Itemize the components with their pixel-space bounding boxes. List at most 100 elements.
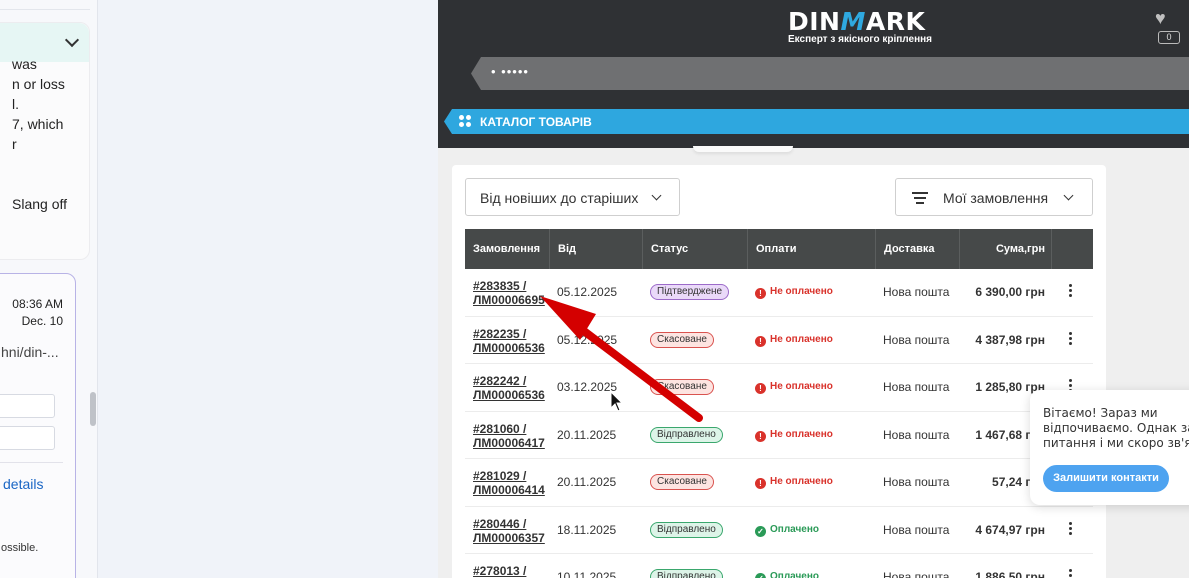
orders-table: Замовлення Від Статус Оплати Доставка Су…: [465, 229, 1093, 578]
status-badge: Відправлено: [650, 521, 723, 538]
message-line: n or loss: [12, 76, 65, 92]
mouse-cursor-icon: [611, 392, 624, 412]
payment-label: Не оплачено: [770, 428, 833, 440]
order-sum: 1 886,50 грн: [975, 570, 1045, 578]
order-link[interactable]: #283835 / ЛМ00006695: [473, 279, 553, 307]
chevron-down-icon[interactable]: [64, 32, 80, 48]
session-note: ossible.: [1, 542, 39, 554]
grid-icon: [459, 115, 471, 127]
logo-text-right: ARK: [865, 7, 926, 36]
order-link[interactable]: #282242 / ЛМ00006536: [473, 374, 553, 402]
status-badge: Скасоване: [650, 331, 714, 348]
left-chat-panel: was n or loss l. 7, which r Slang off 08:36 …: [0, 0, 98, 578]
more-options-icon[interactable]: [1069, 569, 1073, 578]
search-input[interactable]: • •••••: [491, 64, 529, 79]
alert-circle-icon: !: [755, 478, 766, 489]
screen: was n or loss l. 7, which r Slang off 08:36 …: [0, 0, 1189, 578]
more-options-icon[interactable]: [1069, 284, 1073, 298]
more-options-icon[interactable]: [1069, 521, 1073, 536]
message-text: was n or loss l. 7, which r: [12, 54, 65, 154]
table-row: #281060 / ЛМ00006417 20.11.2025 Відправлен…: [465, 412, 1093, 459]
shop-page: DINMARK Експерт з якісного кріплення ♥ 0…: [438, 0, 1189, 578]
site-tagline: Експерт з якісного кріплення: [788, 34, 932, 45]
column-header-payment[interactable]: Оплати: [748, 229, 876, 269]
logo-text-m: M: [840, 7, 866, 36]
column-header-sum[interactable]: Сума,грн: [960, 229, 1052, 269]
order-sum: 4 387,98 грн: [975, 332, 1045, 347]
payment-status: ! Не оплачено: [755, 429, 833, 442]
heart-icon[interactable]: ♥: [1155, 8, 1166, 29]
order-date: 10.11.2025: [557, 570, 617, 578]
session-input-2[interactable]: [0, 426, 55, 450]
order-link[interactable]: #281029 / ЛМ00006414: [473, 469, 553, 497]
session-input-1[interactable]: [0, 394, 55, 418]
payment-status: ! Не оплачено: [755, 334, 833, 347]
session-timestamp: 08:36 AM Dec. 10: [12, 296, 63, 330]
check-circle-icon: ✓: [755, 573, 766, 578]
catalog-label: КАТАЛОГ ТОВАРІВ: [480, 115, 592, 129]
status-badge: Скасоване: [650, 474, 714, 490]
order-date: 05.12.2025: [557, 332, 618, 347]
more-options-icon[interactable]: [1069, 331, 1073, 346]
delivery-method: Нова пошта: [883, 475, 950, 489]
payment-label: Оплачено: [770, 523, 819, 535]
sort-label: Від новіших до старіших: [480, 190, 639, 206]
catalog-button[interactable]: КАТАЛОГ ТОВАРІВ: [444, 109, 1189, 134]
order-link[interactable]: #281060 / ЛМ00006417: [473, 422, 553, 450]
status-badge: Відправлено: [650, 569, 723, 578]
column-header-delivery[interactable]: Доставка: [876, 229, 960, 269]
logo-text-left: DIN: [788, 7, 841, 36]
order-link[interactable]: #280446 / ЛМ00006357: [473, 517, 553, 545]
payment-label: Не оплачено: [770, 286, 833, 297]
session-card: 08:36 AM Dec. 10 hni/din-... details oss…: [0, 273, 76, 578]
filter-icon: [912, 192, 928, 204]
alert-circle-icon: !: [755, 335, 766, 347]
message-line: 7, which: [12, 116, 64, 132]
delivery-method: Нова пошта: [883, 380, 950, 394]
payment-label: Не оплачено: [770, 381, 833, 392]
column-header-order[interactable]: Замовлення: [465, 229, 550, 269]
message-text-tail: Slang off: [12, 196, 68, 212]
order-link[interactable]: #282235 / ЛМ00006536: [473, 327, 553, 355]
delivery-method: Нова пошта: [883, 285, 950, 299]
site-header: DINMARK Експерт з якісного кріплення ♥ 0…: [438, 0, 1189, 148]
table-row: #283835 / ЛМ00006695 05.12.2025 Підтвердже…: [465, 269, 1093, 317]
orders-label: Мої замовлення: [943, 190, 1049, 206]
details-link[interactable]: details: [3, 476, 43, 492]
message-line: l.: [12, 96, 19, 112]
delivery-method: Нова пошта: [883, 332, 950, 347]
chevron-down-icon: [651, 190, 662, 201]
delivery-method: Нова пошта: [883, 522, 950, 537]
table-row: #281029 / ЛМ00006414 20.11.2025 Скасоване!…: [465, 459, 1093, 507]
session-date: Dec. 10: [21, 314, 63, 328]
sort-dropdown[interactable]: Від новіших до старіших: [465, 178, 680, 216]
order-date: 18.11.2025: [557, 522, 617, 537]
orders-dropdown[interactable]: Мої замовлення: [895, 178, 1093, 216]
chat-widget: Вітаємо! Зараз ми відпочиваємо. Однак за…: [1030, 390, 1189, 505]
payment-status: ! Не оплачено: [755, 286, 833, 299]
alert-circle-icon: !: [755, 430, 766, 442]
header-tab: [693, 146, 793, 152]
payment-label: Не оплачено: [770, 333, 833, 345]
panel-top-bar: [0, 0, 90, 10]
table-header: Замовлення Від Статус Оплати Доставка Су…: [465, 229, 1093, 269]
table-body: #283835 / ЛМ00006695 05.12.2025 Підтвердже…: [465, 269, 1093, 578]
table-row: #280446 / ЛМ00006357 18.11.2025 Відправлен…: [465, 507, 1093, 554]
order-date: 03.12.2025: [557, 380, 618, 394]
leave-contacts-button[interactable]: Залишити контакти: [1043, 465, 1169, 492]
payment-status: ✓ Оплачено: [755, 524, 819, 537]
site-logo[interactable]: DINMARK: [788, 7, 925, 36]
delivery-method: Нова пошта: [883, 570, 950, 578]
payment-status: ✓ Оплачено: [755, 571, 819, 578]
alert-circle-icon: !: [755, 383, 766, 394]
order-link[interactable]: #278013 / ЛМ00006: [473, 564, 553, 578]
order-date: 20.11.2025: [557, 475, 617, 489]
column-header-status[interactable]: Статус: [643, 229, 748, 269]
status-badge: Відправлено: [650, 426, 723, 443]
divider: [0, 462, 63, 463]
scrollbar-thumb[interactable]: [90, 392, 96, 426]
column-header-date[interactable]: Від: [550, 229, 643, 269]
order-sum: 4 674,97 грн: [975, 522, 1045, 537]
payment-status: ! Не оплачено: [755, 476, 833, 489]
search-bar[interactable]: • •••••: [471, 57, 1189, 90]
